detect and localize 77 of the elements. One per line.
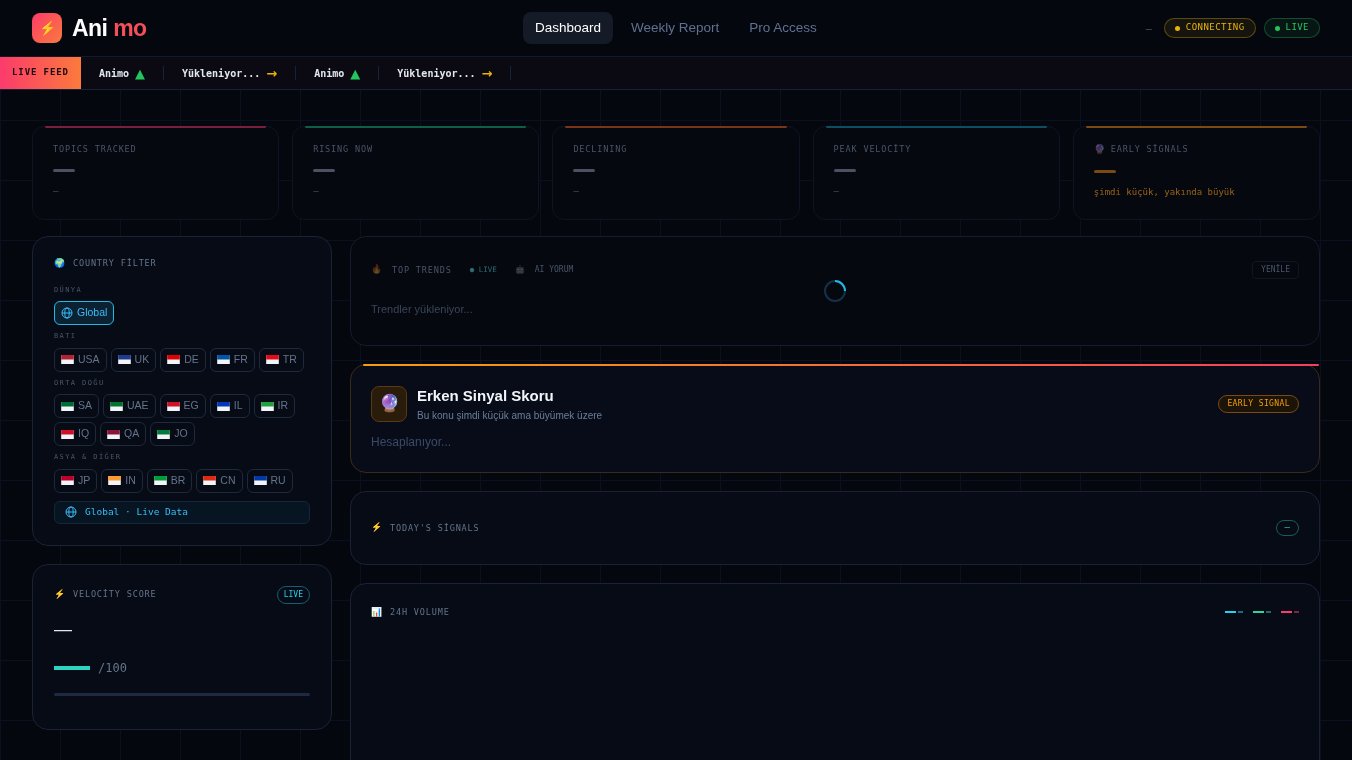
country-chip[interactable]: FR bbox=[209, 347, 255, 372]
country-chip[interactable]: SA bbox=[54, 394, 99, 418]
panel-title: 24H VOLUME bbox=[390, 606, 450, 620]
globe-icon bbox=[61, 307, 73, 319]
lightning-icon: ⚡ bbox=[371, 521, 382, 535]
country-chip[interactable]: IR bbox=[253, 394, 296, 418]
fire-icon: 🔥 bbox=[371, 263, 382, 277]
stat-subtitle: – bbox=[833, 184, 840, 198]
country-chip[interactable]: QA bbox=[100, 422, 147, 446]
value-placeholder bbox=[54, 665, 90, 670]
nav-tab[interactable]: Weekly Report bbox=[619, 11, 732, 45]
stat-subtitle: – bbox=[53, 184, 60, 198]
crystal-ball-icon: 🔮 bbox=[1093, 143, 1105, 157]
country-chip[interactable]: JO bbox=[150, 422, 195, 446]
trend-arrow: ▲ bbox=[135, 66, 145, 80]
nav-tab[interactable]: Pro Access bbox=[737, 11, 829, 45]
panel-title: TODAY'S SİGNALS bbox=[390, 521, 480, 535]
stat-label: EARLY SİGNALS bbox=[1110, 143, 1189, 157]
lightning-icon: ⚡ bbox=[54, 587, 65, 602]
nav-tab[interactable]: Dashboard bbox=[523, 11, 614, 45]
panel-title: TOP TRENDS bbox=[392, 263, 452, 277]
country-chip[interactable]: TR bbox=[258, 347, 304, 372]
country-chip[interactable]: Global bbox=[54, 301, 115, 325]
ticker-item: Animo bbox=[314, 66, 345, 81]
panel-title: VELOCİTY SCORE bbox=[73, 588, 157, 601]
refresh-button[interactable]: YENİLE bbox=[1252, 261, 1299, 279]
stat-label: TOPICS TRACKED bbox=[53, 143, 137, 156]
globe-icon: 🌍 bbox=[54, 257, 65, 271]
logo-icon: ⚡ bbox=[32, 13, 62, 43]
score-scale: /100 bbox=[98, 659, 127, 677]
early-signal-badge: EARLY SIGNAL bbox=[1218, 394, 1299, 413]
stat-subtitle: şimdi küçük, yakında büyük bbox=[1093, 185, 1236, 199]
trend-arrow: ▲ bbox=[350, 66, 361, 80]
value-placeholder bbox=[833, 168, 856, 172]
robot-icon: 🤖 bbox=[514, 264, 525, 276]
country-chip[interactable]: BR bbox=[146, 468, 193, 493]
panel-heading: Erken Sinyal Skoru bbox=[417, 386, 555, 406]
live-feed-label: LIVE FEED bbox=[0, 57, 81, 89]
country-chip[interactable]: DE bbox=[160, 347, 206, 372]
value-placeholder bbox=[313, 168, 336, 172]
globe-icon bbox=[65, 506, 77, 518]
ticker-item: Yükleniyor... bbox=[182, 66, 261, 81]
chart-icon: 📊 bbox=[371, 606, 382, 620]
country-chip[interactable]: UAE bbox=[103, 394, 156, 418]
country-chip[interactable]: RU bbox=[246, 468, 293, 493]
status-badge: LIVE bbox=[1263, 18, 1320, 38]
status-badge: CONNECTING bbox=[1163, 18, 1256, 38]
stat-subtitle: – bbox=[573, 184, 580, 198]
trend-arrow: → bbox=[266, 66, 278, 80]
spinner-icon bbox=[823, 279, 847, 303]
country-chip[interactable]: UK bbox=[110, 347, 157, 372]
stat-label: PEAK VELOCİTY bbox=[833, 143, 912, 156]
stat-subtitle: – bbox=[313, 184, 320, 198]
brand-name: Ani mo bbox=[72, 13, 147, 43]
value-placeholder bbox=[53, 168, 75, 172]
velocity-value: — bbox=[54, 617, 73, 641]
country-chip[interactable]: IN bbox=[101, 468, 143, 493]
value-placeholder bbox=[573, 168, 596, 172]
status-text: Hesaplanıyor... bbox=[371, 433, 453, 451]
ticker-item: Yükleniyor... bbox=[397, 66, 476, 81]
ticker-item: Animo bbox=[98, 66, 129, 81]
trend-arrow: → bbox=[481, 66, 493, 80]
stat-label: RISING NOW bbox=[313, 143, 373, 156]
country-chip[interactable]: JP bbox=[54, 468, 98, 493]
country-chip[interactable]: IL bbox=[209, 394, 250, 418]
country-chip[interactable]: CN bbox=[196, 468, 243, 493]
country-chip[interactable]: USA bbox=[54, 347, 107, 372]
filter-status-text: Global · Live Data bbox=[85, 504, 188, 519]
country-chip[interactable]: EG bbox=[159, 394, 206, 418]
ai-label: AI YORUM bbox=[534, 264, 574, 276]
panel-title: COUNTRY FİLTER bbox=[73, 257, 157, 271]
status-dash: – bbox=[1145, 20, 1152, 36]
value-placeholder bbox=[1093, 169, 1116, 173]
stat-label: DECLINING bbox=[573, 143, 628, 156]
country-chip[interactable]: IQ bbox=[54, 422, 97, 446]
loading-text: Trendler yükleniyor... bbox=[371, 302, 474, 317]
panel-subtitle: Bu konu şimdi küçük ama büyümek üzere bbox=[417, 408, 603, 423]
